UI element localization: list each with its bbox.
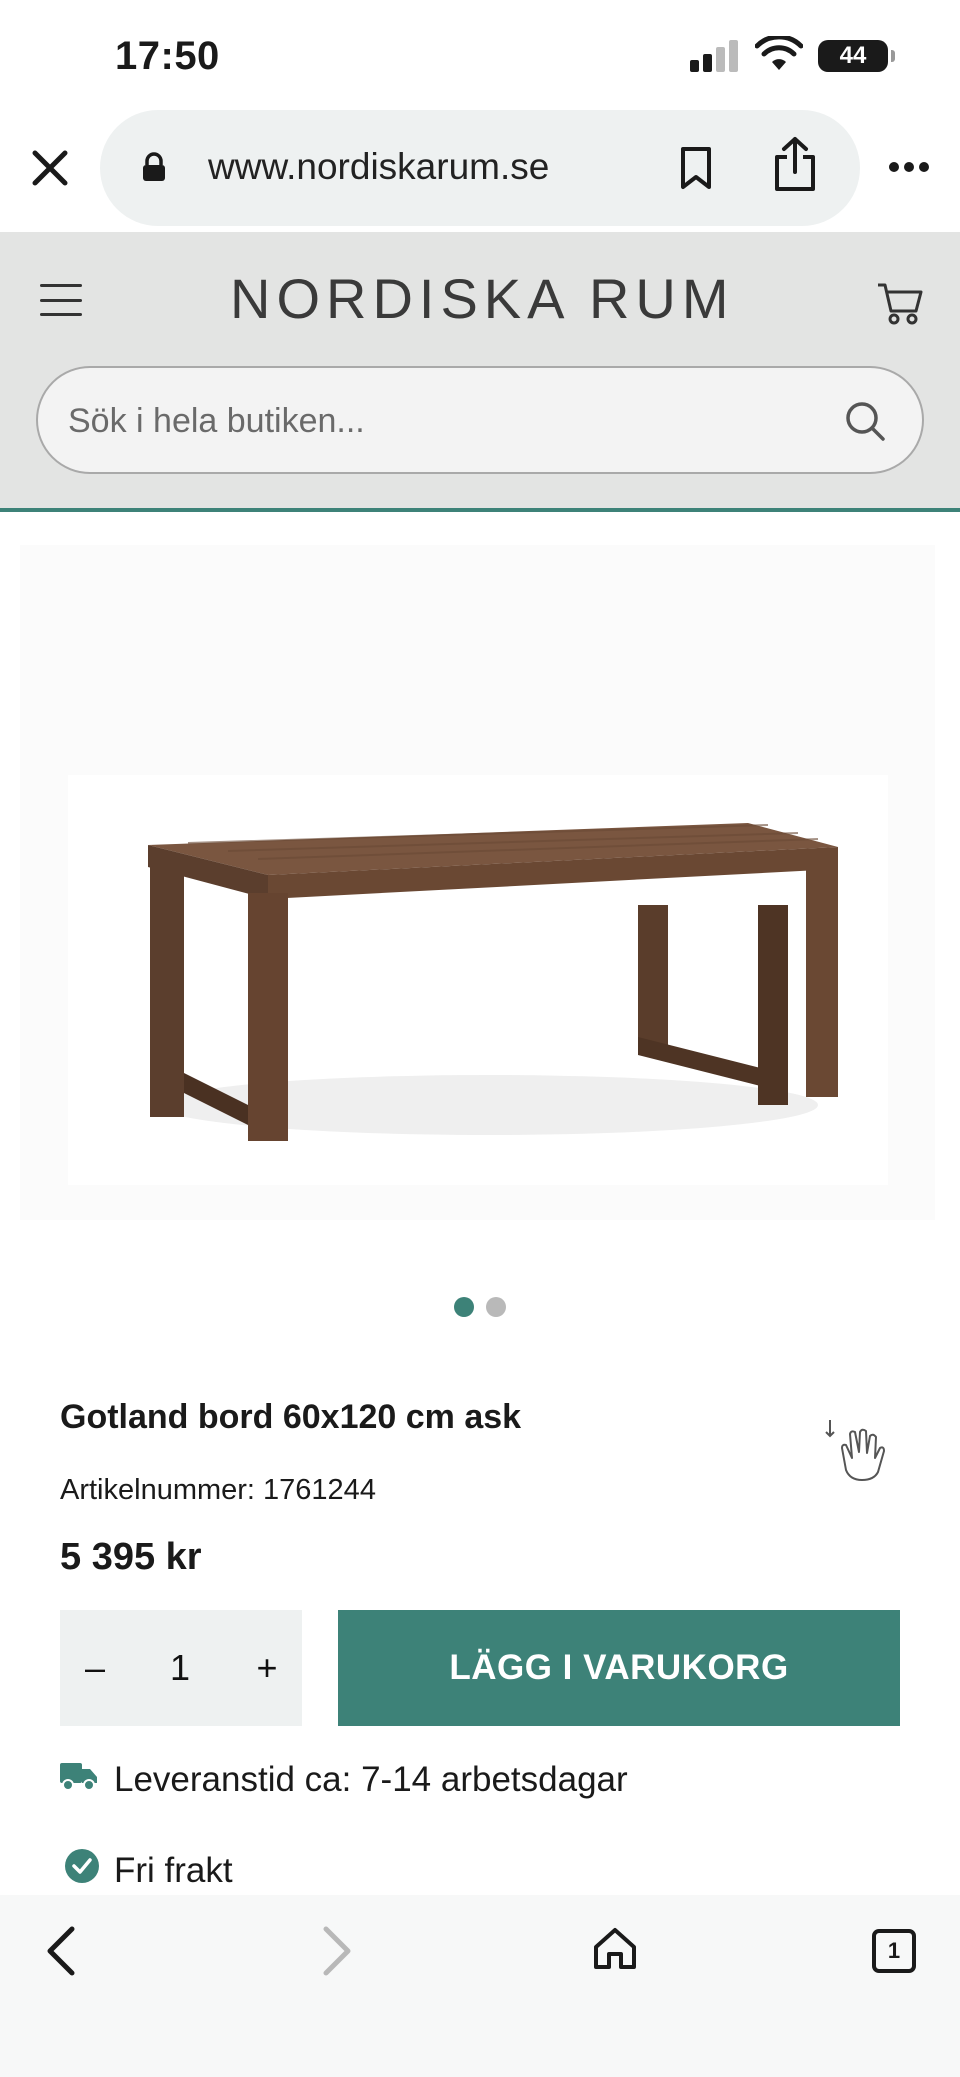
wifi-icon	[754, 34, 804, 77]
product-image[interactable]	[20, 545, 935, 1220]
article-number: Artikelnummer: 1761244	[60, 1474, 376, 1506]
browser-bar: www.nordiskarum.se	[0, 110, 960, 230]
carousel-dots	[0, 1297, 960, 1317]
signal-icon	[690, 40, 740, 77]
back-icon[interactable]	[44, 1925, 78, 1982]
menu-icon[interactable]	[40, 284, 82, 316]
check-circle-icon	[64, 1848, 100, 1893]
quantity-stepper: – 1 +	[60, 1610, 302, 1726]
url-text: www.nordiskarum.se	[208, 146, 550, 187]
cart-icon[interactable]	[876, 280, 924, 331]
more-icon[interactable]	[888, 160, 930, 178]
tabs-icon[interactable]: 1	[872, 1929, 916, 1973]
status-bar: 17:50 44	[0, 0, 960, 110]
delivery-text: Leveranstid ca: 7-14 arbetsdagar	[114, 1760, 628, 1799]
lock-icon	[142, 152, 166, 187]
search-box[interactable]	[36, 366, 924, 474]
site-header: NORDISKA RUM	[0, 232, 960, 512]
close-icon[interactable]	[22, 140, 78, 196]
hand-pointer-icon	[824, 1418, 896, 1489]
forward-icon[interactable]	[320, 1925, 354, 1982]
quantity-decrease-button[interactable]: –	[70, 1640, 120, 1696]
share-icon[interactable]	[772, 136, 818, 197]
search-icon[interactable]	[844, 400, 886, 447]
quantity-increase-button[interactable]: +	[242, 1640, 292, 1696]
table-illustration	[148, 823, 838, 1141]
price: 5 395 kr	[60, 1536, 202, 1578]
delivery-info: Leveranstid ca: 7-14 arbetsdagar	[60, 1760, 628, 1800]
product-image-frame	[68, 775, 888, 1185]
logo[interactable]: NORDISKA RUM	[230, 266, 735, 331]
carousel-dot-1[interactable]	[454, 1297, 474, 1317]
bookmark-icon[interactable]	[678, 146, 714, 195]
battery-icon: 44	[818, 40, 895, 72]
quantity-value[interactable]: 1	[150, 1640, 210, 1696]
address-bar[interactable]: www.nordiskarum.se	[100, 110, 860, 226]
free-shipping-info: Fri frakt	[64, 1848, 233, 1893]
free-shipping-text: Fri frakt	[114, 1850, 233, 1890]
status-time: 17:50	[115, 34, 220, 78]
carousel-dot-2[interactable]	[486, 1297, 506, 1317]
truck-icon	[60, 1760, 98, 1800]
home-icon[interactable]	[592, 1925, 638, 1976]
search-input[interactable]	[68, 398, 788, 444]
add-to-cart-button[interactable]: LÄGG I VARUKORG	[338, 1610, 900, 1726]
product-title: Gotland bord 60x120 cm ask	[60, 1398, 522, 1436]
browser-toolbar: 1	[0, 1895, 960, 2077]
